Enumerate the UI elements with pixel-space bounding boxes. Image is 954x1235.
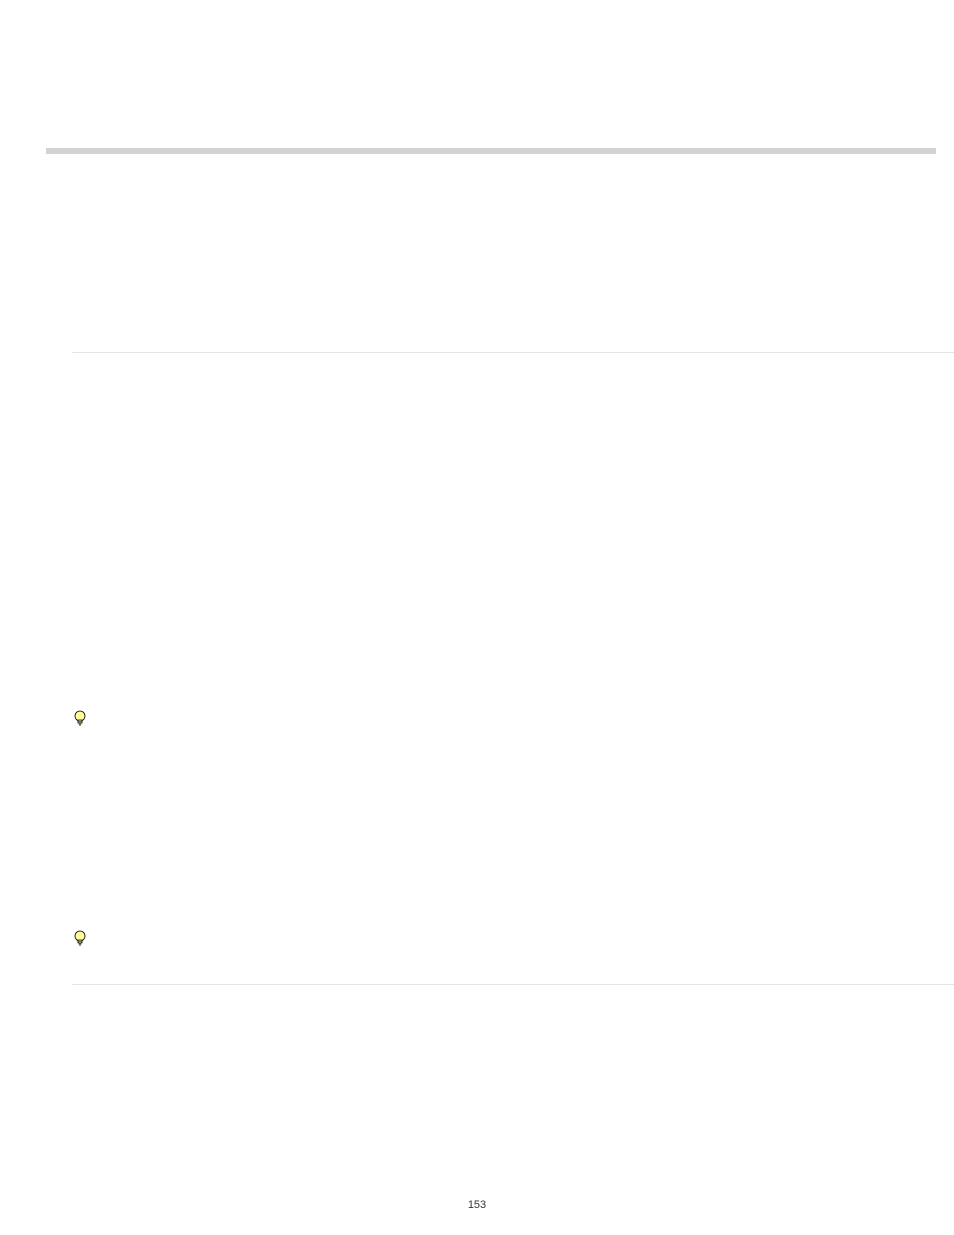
header-divider: [46, 148, 936, 154]
lightbulb-icon: [73, 930, 87, 946]
lightbulb-icon: [73, 710, 87, 726]
page-number: 153: [0, 1199, 954, 1211]
section-divider: [72, 984, 954, 985]
section-divider: [72, 352, 954, 353]
